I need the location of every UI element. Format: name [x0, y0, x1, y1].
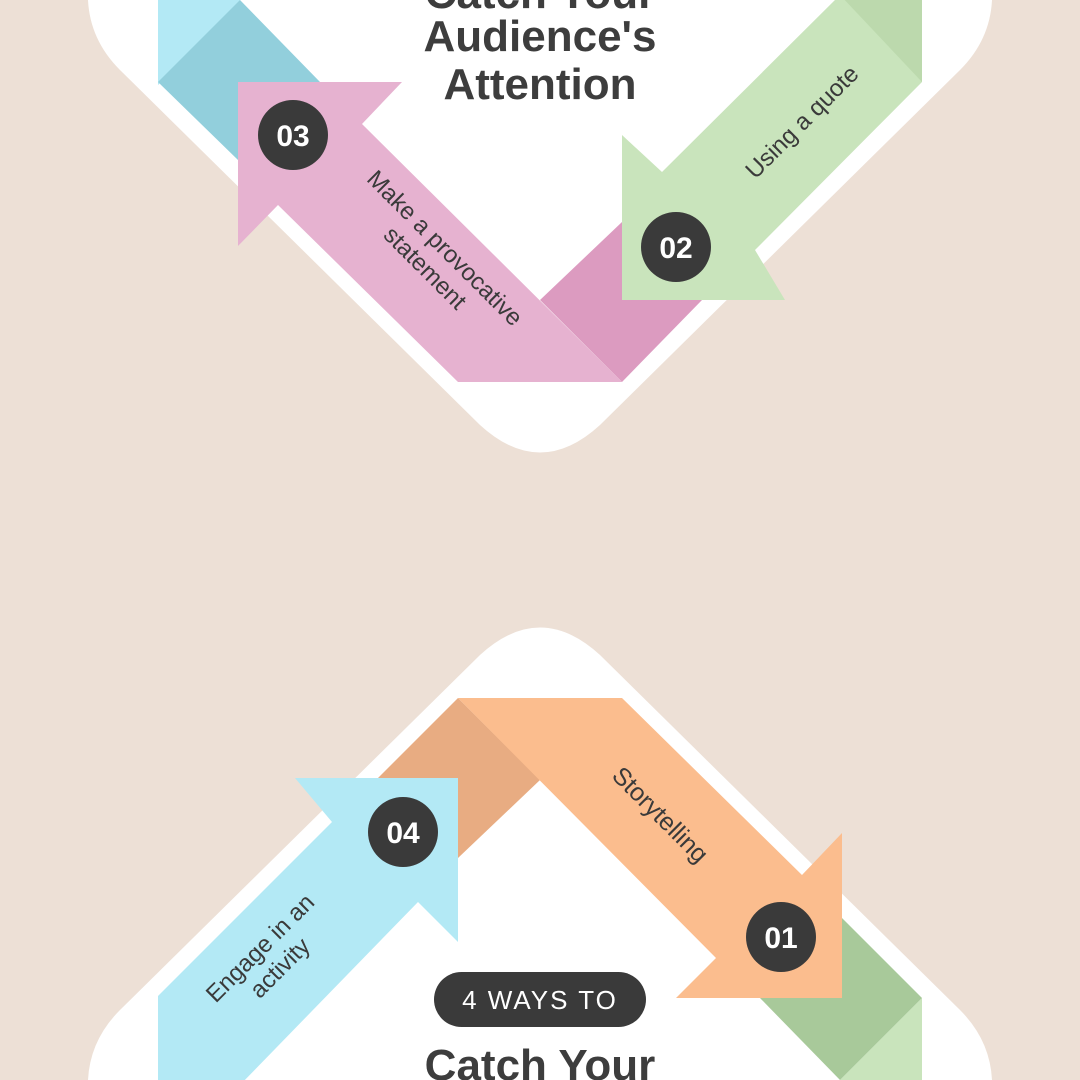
bottom-graphic: 04 Engage in an activity 01 Storytelling… [88, 627, 992, 1080]
eyebrow-pill: 4 WAYS TO [434, 972, 646, 1027]
infographic-canvas: 03 Make a provocative statement 02 Using… [88, 0, 992, 1080]
top-heading-line3: Attention [443, 60, 636, 109]
infographic: 03 Make a provocative statement 02 Using… [0, 0, 1080, 1080]
eyebrow-text: 4 WAYS TO [462, 985, 618, 1015]
step-04-badge: 04 [368, 797, 438, 867]
step-02-number: 02 [659, 232, 692, 265]
top-heading-line2: Audience's [424, 12, 657, 61]
top-graphic: 03 Make a provocative statement 02 Using… [88, 0, 992, 453]
step-02-badge: 02 [641, 212, 711, 282]
step-03-badge: 03 [258, 100, 328, 170]
step-04-number: 04 [386, 817, 420, 850]
step-01-number: 01 [764, 922, 797, 955]
bottom-heading-line1: Catch Your [425, 1041, 656, 1080]
step-03-number: 03 [276, 120, 309, 153]
step-01-badge: 01 [746, 902, 816, 972]
